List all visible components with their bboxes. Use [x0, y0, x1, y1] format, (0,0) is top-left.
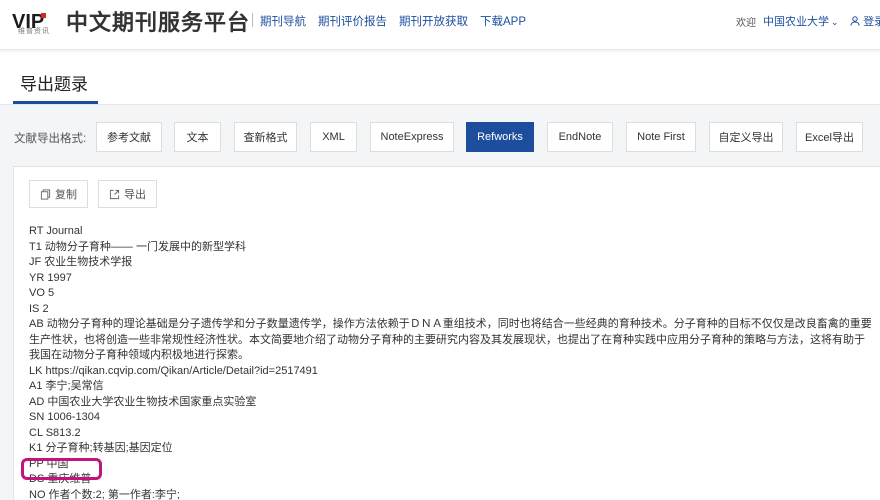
format-reference[interactable]: 参考文献 — [96, 122, 162, 152]
export-label: 导出 — [124, 189, 146, 201]
format-xml-label: XML — [322, 131, 345, 143]
record-line-no: NO 作者个数:2; 第一作者:李宁; — [29, 488, 180, 500]
record-line-ds: DS 重庆维普 — [29, 473, 92, 485]
record-line-k1: K1 分子育种;转基因;基因定位 — [29, 442, 173, 454]
format-refworks-label: Refworks — [477, 131, 523, 143]
format-text-label: 文本 — [186, 132, 209, 144]
format-reference-label: 参考文献 — [107, 132, 151, 144]
format-novelty-search-label: 查新格式 — [243, 132, 288, 144]
format-noteexpress[interactable]: NoteExpress — [370, 122, 454, 152]
logo-subtitle: 维普资讯 — [18, 28, 50, 35]
title-section: 导出题录 — [0, 52, 880, 105]
record-line-a1: A1 李宁;吴常信 — [29, 380, 104, 392]
record-line-is: IS 2 — [29, 302, 49, 315]
site-title[interactable]: 中文期刊服务平台 — [66, 5, 250, 37]
format-notefirst-label: Note First — [637, 131, 685, 143]
record-line-vo: VO 5 — [29, 287, 55, 299]
org-dropdown[interactable]: 中国农业大学 ⌄ — [763, 13, 839, 29]
format-notefirst[interactable]: Note First — [626, 122, 696, 152]
record-line-pp: PP 中国 — [29, 457, 69, 470]
format-endnote-label: EndNote — [558, 131, 602, 143]
record-line-sn: SN 1006-1304 — [29, 411, 100, 423]
record-line-jf: JF 农业生物技术学报 — [29, 256, 133, 268]
top-header: VIP 维普资讯 中文期刊服务平台 期刊导航 期刊评价报告 期刊开放获取 下载A… — [0, 0, 880, 50]
format-excel-label: Excel导出 — [805, 132, 854, 144]
chevron-down-icon: ⌄ — [831, 17, 839, 27]
format-novelty-search[interactable]: 查新格式 — [234, 122, 297, 152]
record-line-rt: RT Journal — [29, 225, 83, 237]
highlight-box — [21, 458, 102, 480]
format-xml[interactable]: XML — [310, 122, 357, 152]
record-line-cl: CL S813.2 — [29, 426, 81, 439]
page-title: 导出题录 — [20, 75, 88, 94]
copy-button[interactable]: 复制 — [29, 180, 88, 208]
format-custom-label: 自定义导出 — [718, 132, 774, 144]
record-line-ad: AD 中国农业大学农业生物技术国家重点实验室 — [29, 395, 257, 408]
record-line-t1: T1 动物分子育种—— 一门发展中的新型学科 — [29, 240, 246, 253]
record-line-yr: YR 1997 — [29, 271, 72, 284]
export-icon — [109, 189, 120, 199]
nav-evaluation-report[interactable]: 期刊评价报告 — [318, 13, 387, 29]
nav-journal-guide[interactable]: 期刊导航 — [260, 13, 306, 29]
record-text[interactable]: RT Journal T1 动物分子育种—— 一门发展中的新型学科 JF 农业生… — [29, 224, 875, 500]
brand-divider — [252, 13, 253, 27]
format-endnote[interactable]: EndNote — [547, 122, 613, 152]
login-label: 登录 — [863, 16, 880, 28]
record-line-ab: AB 动物分子育种的理论基础是分子遗传学和分子数量遗传学，操作方法依赖于ＤＮＡ重… — [29, 318, 872, 361]
main-nav: 期刊导航 期刊评价报告 期刊开放获取 下载APP — [260, 13, 526, 29]
format-noteexpress-label: NoteExpress — [380, 131, 444, 143]
title-underline — [13, 101, 98, 104]
record-line-lk: LK https://qikan.cqvip.com/Qikan/Article… — [29, 364, 318, 377]
user-icon — [850, 16, 860, 26]
nav-open-access[interactable]: 期刊开放获取 — [399, 13, 468, 29]
copy-icon — [40, 188, 51, 200]
welcome-text: 欢迎 — [736, 18, 756, 29]
format-excel[interactable]: Excel导出 — [796, 122, 863, 152]
login-link[interactable]: 登录 — [850, 13, 880, 29]
export-button[interactable]: 导出 — [98, 180, 157, 208]
format-text[interactable]: 文本 — [174, 122, 221, 152]
nav-download-app[interactable]: 下载APP — [480, 13, 526, 29]
format-refworks[interactable]: Refworks — [466, 122, 534, 152]
format-custom[interactable]: 自定义导出 — [709, 122, 783, 152]
org-name: 中国农业大学 — [763, 16, 829, 28]
format-label: 文献导出格式: — [14, 133, 87, 145]
copy-label: 复制 — [55, 189, 77, 201]
